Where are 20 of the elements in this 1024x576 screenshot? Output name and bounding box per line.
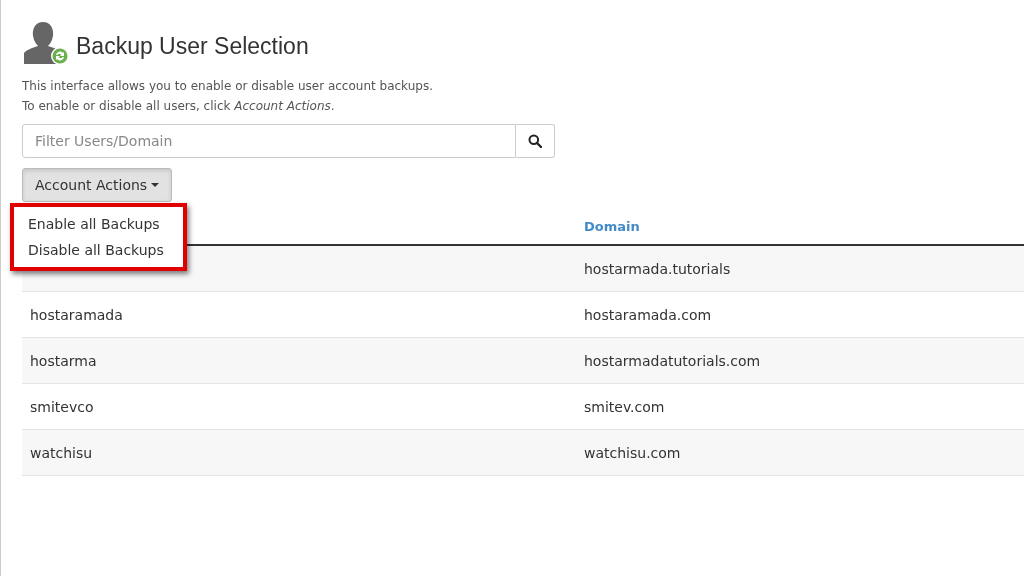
search-icon xyxy=(528,134,542,148)
column-header[interactable]: Domain xyxy=(576,219,1024,244)
table-cell: hostarmada.tutorials xyxy=(584,260,731,277)
table-cell: smitevco xyxy=(30,398,94,415)
description-text: To enable or disable all users, click Account Actions. xyxy=(22,98,336,115)
description-text: This interface allows you to enable or disable user account backups. xyxy=(22,78,434,95)
table-cell: smitev.com xyxy=(584,398,665,415)
caret-icon xyxy=(151,183,160,187)
search-button[interactable] xyxy=(516,124,555,158)
table-cell: watchisu.com xyxy=(584,444,681,461)
table-cell: hostarmadatutorials.com xyxy=(584,352,761,369)
filter-field[interactable]: Filter Users/Domain xyxy=(22,124,516,158)
table-cell: watchisu xyxy=(30,444,93,461)
table-cell: hostaramada.com xyxy=(584,306,712,323)
menu-item[interactable]: Disable all Backups xyxy=(14,237,183,263)
table-cell: hostarma xyxy=(30,352,97,369)
account-actions-button[interactable]: Account Actions xyxy=(22,168,173,202)
menu-item[interactable]: Enable all Backups xyxy=(14,211,183,237)
page-title: Backup User Selection xyxy=(76,33,309,60)
table-cell: hostaramada xyxy=(30,306,123,323)
